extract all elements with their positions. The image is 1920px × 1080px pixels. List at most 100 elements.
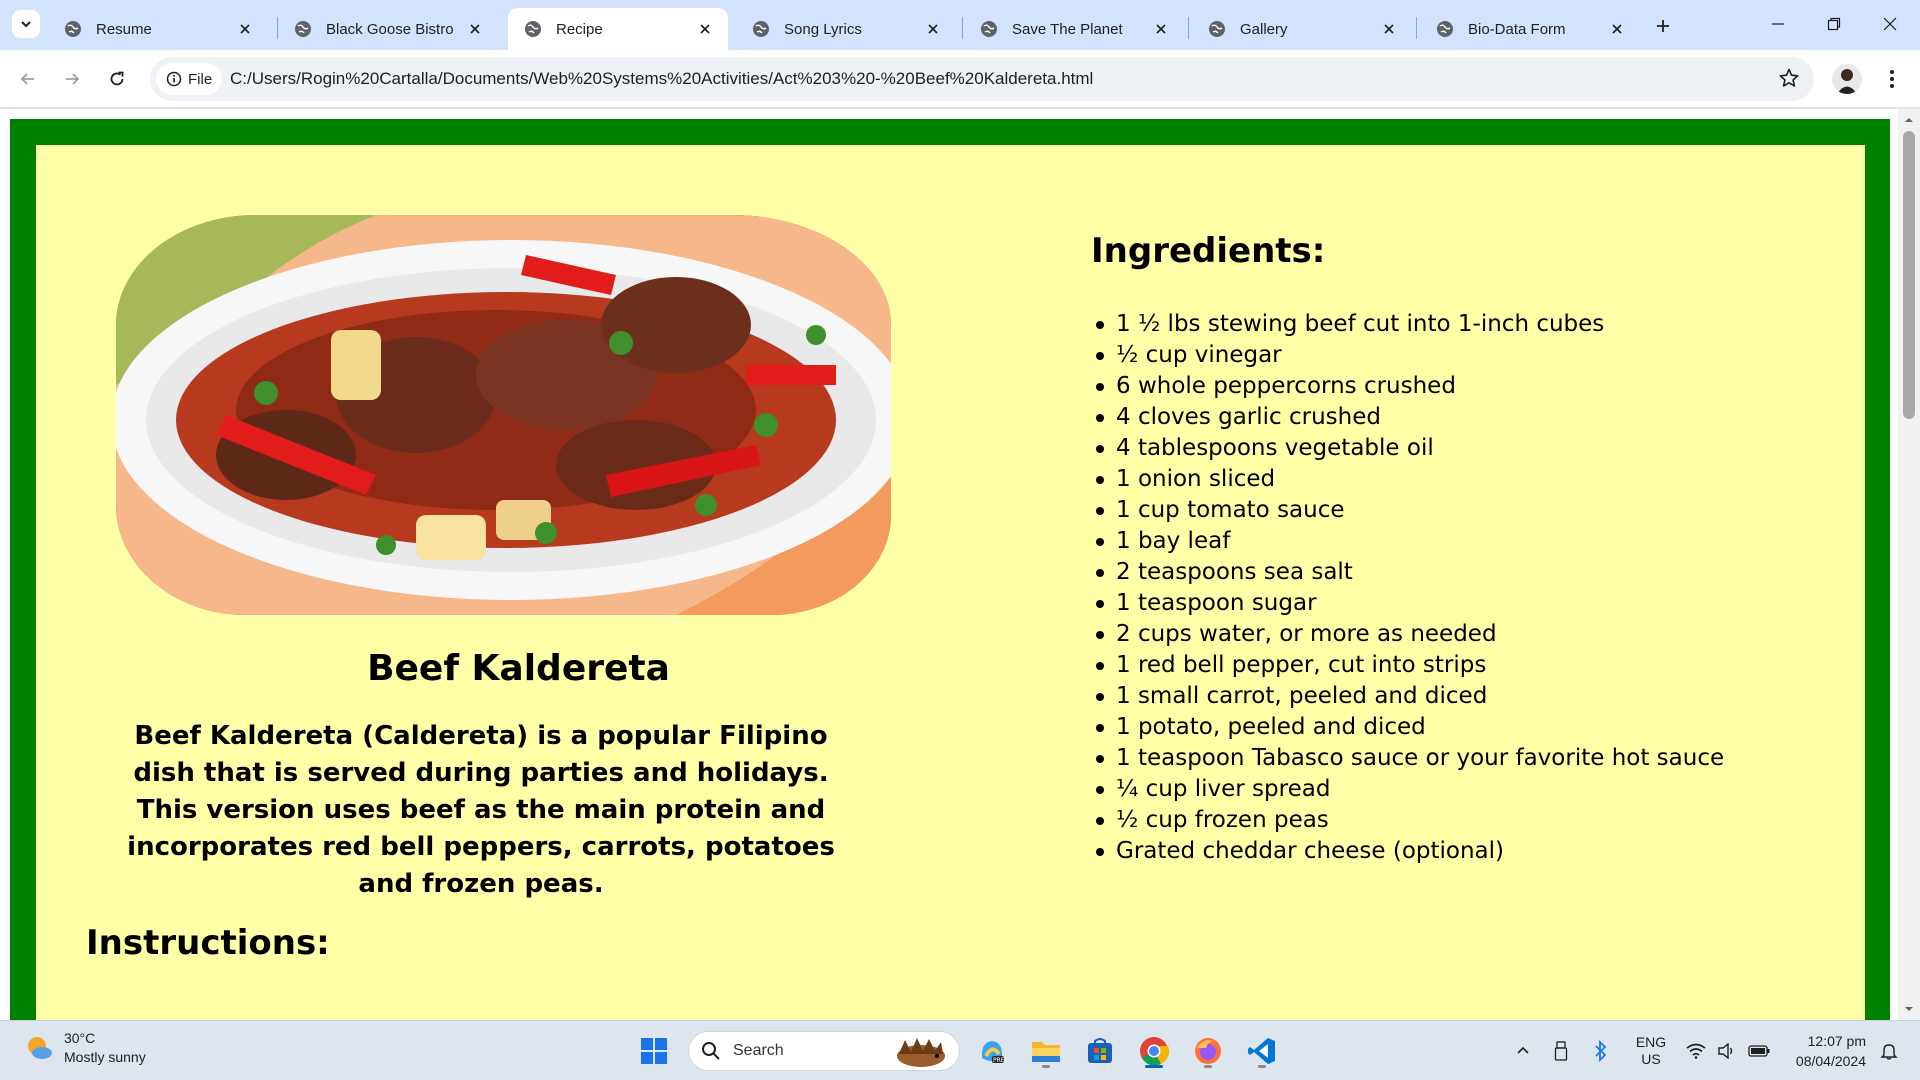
bluetooth-tray-button[interactable] <box>1588 1033 1614 1069</box>
new-tab-button[interactable] <box>1650 13 1676 39</box>
info-icon <box>166 71 182 87</box>
show-hidden-icons-button[interactable] <box>1510 1033 1536 1069</box>
start-button[interactable] <box>634 1031 674 1071</box>
profile-avatar[interactable] <box>1832 64 1862 94</box>
scroll-down-icon[interactable] <box>1904 1004 1914 1014</box>
tab-black-goose-bistro[interactable]: Black Goose Bistro <box>278 8 498 50</box>
copilot-button[interactable]: PRE <box>972 1031 1012 1071</box>
close-icon[interactable] <box>466 20 484 38</box>
tab-recipe[interactable]: Recipe <box>508 8 728 50</box>
tab-title: Bio-Data Form <box>1468 20 1566 38</box>
bluetooth-icon <box>1595 1040 1607 1062</box>
site-info-chip[interactable]: File <box>156 63 223 95</box>
scroll-up-icon[interactable] <box>1904 115 1914 125</box>
address-bar[interactable]: File C:/Users/Rogin%20Cartalla/Documents… <box>150 57 1814 101</box>
close-icon[interactable] <box>236 20 254 38</box>
globe-icon <box>65 21 81 37</box>
ingredients-list: 1 ½ lbs stewing beef cut into 1-inch cub… <box>1095 309 1724 867</box>
browser-menu-button[interactable] <box>1880 64 1904 94</box>
hedgehog-highlight-icon <box>897 1038 945 1067</box>
tab-resume[interactable]: Resume <box>48 8 268 50</box>
language-code: ENG <box>1635 1034 1667 1050</box>
ingredients-heading: Ingredients: <box>1091 231 1326 271</box>
notification-bell-icon <box>1880 1044 1898 1060</box>
scrollbar-thumb[interactable] <box>1903 131 1915 419</box>
search-icon <box>702 1042 720 1060</box>
speaker-icon <box>1718 1043 1733 1059</box>
ingredient-item: ½ cup frozen peas <box>1095 805 1724 836</box>
microsoft-store-icon <box>1088 1038 1112 1063</box>
ingredient-item: 1 teaspoon sugar <box>1095 588 1724 619</box>
close-window-button[interactable] <box>1862 0 1918 48</box>
sun-cloud-icon <box>28 1037 52 1059</box>
profile-avatar-icon <box>1832 64 1862 94</box>
reload-button[interactable] <box>101 63 133 95</box>
notifications-button[interactable] <box>1876 1033 1902 1069</box>
chevron-down-icon <box>21 21 31 28</box>
close-icon[interactable] <box>924 20 942 38</box>
running-indicator <box>1145 1065 1163 1068</box>
globe-icon <box>753 21 769 37</box>
globe-icon <box>1209 21 1225 37</box>
chrome-button[interactable] <box>1134 1031 1174 1071</box>
tab-title: Gallery <box>1240 20 1288 38</box>
ingredient-item: 1 cup tomato sauce <box>1095 495 1724 526</box>
page-scrollbar[interactable] <box>1898 109 1920 1020</box>
ingredient-item: 1 small carrot, peeled and diced <box>1095 681 1724 712</box>
firefox-button[interactable] <box>1188 1031 1228 1071</box>
restore-button[interactable] <box>1806 0 1862 48</box>
beef-kaldereta-photo <box>116 215 891 615</box>
tab-title: Song Lyrics <box>784 20 862 38</box>
tab-search-button[interactable] <box>12 10 40 38</box>
close-icon[interactable] <box>1152 20 1170 38</box>
ingredient-item: 4 tablespoons vegetable oil <box>1095 433 1724 464</box>
close-icon[interactable] <box>1608 20 1626 38</box>
tab-bio-data-form[interactable]: Bio-Data Form <box>1420 8 1640 50</box>
vscode-icon <box>1248 1038 1275 1064</box>
copilot-icon: PRE <box>981 1041 1005 1064</box>
battery-icon <box>1748 1045 1770 1057</box>
scheme-label: File <box>188 70 213 88</box>
ingredient-item: 2 teaspoons sea salt <box>1095 557 1724 588</box>
vscode-button[interactable] <box>1242 1031 1282 1071</box>
language-indicator[interactable]: ENG US <box>1628 1033 1674 1069</box>
usb-tray-button[interactable] <box>1548 1033 1574 1069</box>
ingredient-item: ½ cup vinegar <box>1095 340 1724 371</box>
forward-button[interactable] <box>56 63 88 95</box>
close-icon[interactable] <box>696 20 714 38</box>
tab-gallery[interactable]: Gallery <box>1192 8 1412 50</box>
bookmark-star-button[interactable] <box>1778 67 1800 94</box>
close-icon[interactable] <box>1380 20 1398 38</box>
recipe-description: Beef Kaldereta (Caldereta) is a popular … <box>127 721 835 899</box>
instructions-heading: Instructions: <box>86 923 330 963</box>
browser-toolbar: File C:/Users/Rogin%20Cartalla/Documents… <box>0 50 1920 108</box>
running-indicator <box>1204 1065 1212 1068</box>
ingredient-item: ¼ cup liver spread <box>1095 774 1724 805</box>
weather-desc: Mostly sunny <box>64 1049 146 1065</box>
plus-icon <box>1657 20 1669 32</box>
taskbar-search[interactable]: Search <box>688 1031 960 1071</box>
globe-icon <box>1437 21 1453 37</box>
wifi-icon <box>1686 1043 1706 1059</box>
clock-date: 08/04/2024 <box>1795 1053 1866 1069</box>
search-placeholder: Search <box>733 1042 784 1059</box>
minimize-icon <box>1772 23 1784 25</box>
tab-song-lyrics[interactable]: Song Lyrics <box>736 8 956 50</box>
keyboard-layout: US <box>1641 1051 1661 1067</box>
url-text[interactable]: C:/Users/Rogin%20Cartalla/Documents/Web%… <box>230 69 1093 89</box>
file-explorer-button[interactable] <box>1026 1031 1066 1071</box>
minimize-button[interactable] <box>1750 0 1806 48</box>
ingredient-item: 4 cloves garlic crushed <box>1095 402 1724 433</box>
weather-widget[interactable]: 30°C Mostly sunny <box>24 1029 146 1067</box>
content-panel: Beef Kaldereta Beef Kaldereta (Caldereta… <box>36 145 1865 1020</box>
microsoft-store-button[interactable] <box>1080 1031 1120 1071</box>
tab-save-the-planet[interactable]: Save The Planet <box>964 8 1184 50</box>
back-button[interactable] <box>12 63 44 95</box>
restore-icon <box>1827 17 1841 31</box>
svg-text:PRE: PRE <box>993 1057 1005 1064</box>
tab-separator <box>962 17 963 39</box>
clock[interactable]: 12:07 pm 08/04/2024 <box>1780 1031 1866 1071</box>
weather-temp: 30°C <box>64 1030 96 1046</box>
tab-title: Save The Planet <box>1012 20 1123 38</box>
globe-icon <box>295 21 311 37</box>
